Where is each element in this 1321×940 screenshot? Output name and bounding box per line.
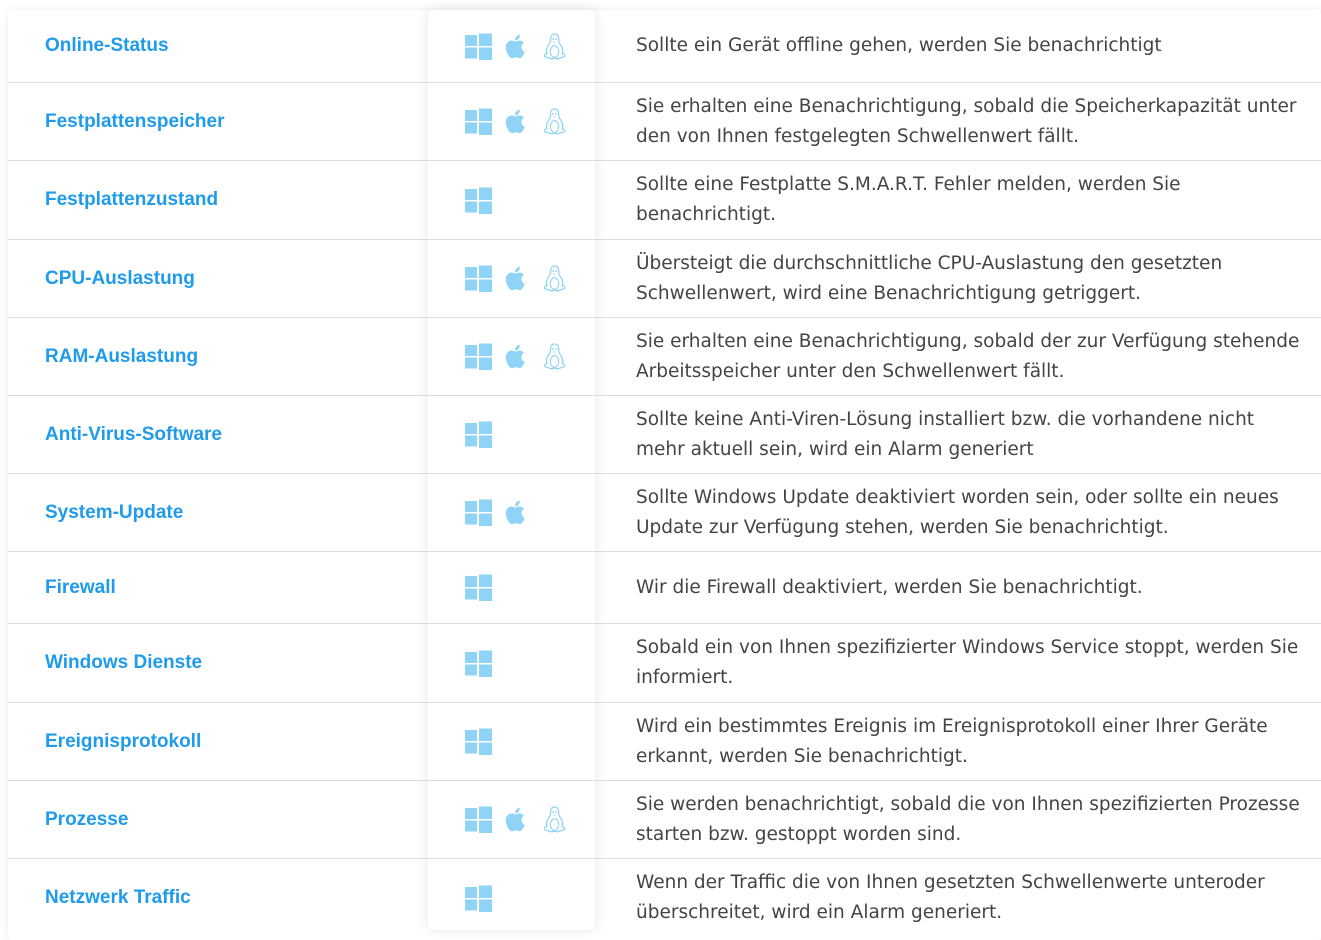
- windows-icon: [464, 264, 493, 293]
- feature-name: CPU-Auslastung: [45, 267, 195, 289]
- table-row: Prozesse Sie werden benachrichtigt, soba…: [8, 781, 1321, 859]
- os-support: [428, 32, 595, 61]
- os-support: [428, 649, 595, 678]
- os-support: [428, 342, 595, 371]
- linux-icon: [540, 805, 569, 834]
- feature-description: Wird ein bestimmtes Ereignis im Ereignis…: [636, 715, 1268, 767]
- windows-icon: [464, 884, 493, 913]
- apple-icon: [502, 805, 531, 834]
- windows-icon: [464, 573, 493, 602]
- windows-icon: [464, 107, 493, 136]
- feature-name: Prozesse: [45, 808, 129, 830]
- feature-description: Sollte eine Festplatte S.M.A.R.T. Fehler…: [636, 174, 1181, 225]
- os-support: [428, 884, 595, 913]
- feature-name: Ereignisprotokoll: [45, 730, 202, 752]
- feature-name: Netzwerk Traffic: [45, 887, 191, 908]
- os-support: [428, 186, 595, 215]
- os-support: [428, 107, 595, 136]
- feature-name: Windows Dienste: [45, 652, 203, 673]
- os-support: [428, 727, 595, 756]
- windows-icon: [464, 342, 493, 371]
- feature-description: Sie erhalten eine Benachrichtigung, soba…: [636, 95, 1297, 147]
- windows-icon: [464, 727, 493, 756]
- table-row: Netzwerk Traffic Wenn der Traffic die vo…: [8, 859, 1321, 937]
- apple-icon: [502, 107, 531, 136]
- table-row: Festplattenspeicher Sie erhalten eine Be…: [8, 83, 1321, 161]
- apple-icon: [502, 32, 531, 61]
- feature-description: Sollte Windows Update deaktiviert worden…: [636, 486, 1279, 538]
- windows-icon: [464, 649, 493, 678]
- os-support: [428, 264, 595, 293]
- feature-name: Festplattenspeicher: [45, 110, 225, 132]
- windows-icon: [464, 32, 493, 61]
- linux-icon: [540, 264, 569, 293]
- feature-description: Wenn der Traffic die von Ihnen gesetzten…: [636, 872, 1265, 923]
- windows-icon: [464, 186, 493, 215]
- feature-name: Firewall: [45, 576, 116, 598]
- feature-description: Sie werden benachrichtigt, sobald die vo…: [636, 793, 1300, 845]
- os-support: [428, 573, 595, 602]
- feature-name: Online-Status: [45, 35, 169, 56]
- linux-icon: [540, 107, 569, 136]
- table-row: Anti-Virus-Software Sollte keine Anti-Vi…: [8, 396, 1321, 474]
- feature-description: Sollte ein Gerät offline gehen, werden S…: [636, 35, 1162, 56]
- apple-icon: [502, 342, 531, 371]
- feature-name: Festplattenzustand: [45, 189, 219, 210]
- table-row: Windows Dienste Sobald ein von Ihnen spe…: [8, 624, 1321, 703]
- feature-description: Sobald ein von Ihnen spezifizierter Wind…: [636, 637, 1299, 688]
- feature-table: Online-Status Sollte ein Gerät offline g…: [8, 10, 1321, 937]
- linux-icon: [540, 342, 569, 371]
- feature-description: Übersteigt die durchschnittliche CPU-Aus…: [636, 252, 1223, 304]
- windows-icon: [464, 420, 493, 449]
- table-row: Online-Status Sollte ein Gerät offline g…: [8, 10, 1321, 83]
- apple-icon: [502, 498, 531, 527]
- feature-description: Sollte keine Anti-Viren-Lösung installie…: [636, 408, 1255, 460]
- table-row: Ereignisprotokoll Wird ein bestimmtes Er…: [8, 703, 1321, 781]
- table-row: RAM-Auslastung Sie erhalten eine Benachr…: [8, 318, 1321, 396]
- os-support: [428, 805, 595, 834]
- feature-name: System-Update: [45, 501, 184, 523]
- os-support: [428, 420, 595, 449]
- windows-icon: [464, 498, 493, 527]
- table-row: Firewall Wir die Firewall deaktiviert, w…: [8, 552, 1321, 624]
- apple-icon: [502, 264, 531, 293]
- windows-icon: [464, 805, 493, 834]
- feature-description: Sie erhalten eine Benachrichtigung, soba…: [636, 330, 1300, 382]
- feature-name: RAM-Auslastung: [45, 345, 199, 367]
- os-support: [428, 498, 595, 527]
- feature-description: Wir die Firewall deaktiviert, werden Sie…: [636, 576, 1143, 598]
- table-row: CPU-Auslastung Übersteigt die durchschni…: [8, 240, 1321, 318]
- table-row: Festplattenzustand Sollte eine Festplatt…: [8, 161, 1321, 240]
- feature-name: Anti-Virus-Software: [45, 423, 223, 445]
- table-row: System-Update Sollte Windows Update deak…: [8, 474, 1321, 552]
- linux-icon: [540, 32, 569, 61]
